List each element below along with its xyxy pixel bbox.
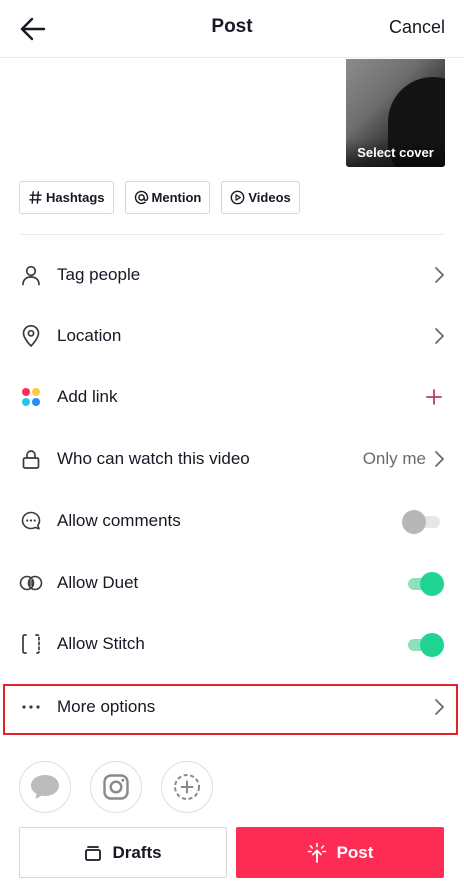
videos-label: Videos <box>248 190 291 205</box>
privacy-value: Only me <box>362 449 426 468</box>
share-message-button[interactable] <box>19 761 71 813</box>
arrow-left-icon <box>20 17 46 41</box>
chevron-right-icon <box>435 451 444 467</box>
play-circle-icon <box>230 190 245 205</box>
allow-duet-row: Allow Duet <box>0 552 464 614</box>
top-bar: Post Cancel <box>0 0 464 58</box>
allow-comments-label: Allow comments <box>57 511 181 530</box>
allow-comments-toggle[interactable] <box>402 510 444 534</box>
allow-stitch-label: Allow Stitch <box>57 634 145 653</box>
hashtag-icon <box>29 191 42 204</box>
lock-icon <box>19 447 43 471</box>
tag-people-label: Tag people <box>57 265 141 284</box>
add-link-label: Add link <box>57 387 118 406</box>
stitch-icon <box>19 632 43 656</box>
mention-chip[interactable]: Mention <box>124 181 211 214</box>
mention-label: Mention <box>151 190 202 205</box>
caption-chips: Hashtags Mention Videos <box>19 181 300 214</box>
add-circle-icon <box>174 774 200 800</box>
cancel-button[interactable]: Cancel <box>389 17 445 38</box>
share-more-button[interactable] <box>161 761 213 813</box>
select-cover-label: Select cover <box>346 139 445 167</box>
location-row[interactable]: Location <box>0 305 464 367</box>
plus-icon[interactable] <box>426 389 442 405</box>
drafts-label: Drafts <box>112 842 162 862</box>
upload-sparkle-icon <box>307 842 326 863</box>
who-can-watch-label: Who can watch this video <box>57 449 250 468</box>
highlight-box <box>3 684 458 735</box>
share-targets <box>19 761 213 813</box>
cover-thumbnail[interactable]: Select cover <box>346 59 445 167</box>
post-label: Post <box>336 842 374 862</box>
back-button[interactable] <box>18 14 48 44</box>
drafts-button[interactable]: Drafts <box>19 827 227 878</box>
videos-chip[interactable]: Videos <box>221 181 300 214</box>
allow-duet-toggle[interactable] <box>402 572 444 596</box>
app-grid-icon <box>19 385 43 409</box>
chat-bubble-icon <box>31 775 59 799</box>
duet-icon <box>19 571 43 595</box>
comment-bubble-icon <box>19 509 43 533</box>
allow-stitch-row: Allow Stitch <box>0 613 464 675</box>
allow-comments-row: Allow comments <box>0 490 464 552</box>
hashtags-label: Hashtags <box>46 190 105 205</box>
post-button[interactable]: Post <box>236 827 444 878</box>
share-instagram-button[interactable] <box>90 761 142 813</box>
drafts-icon <box>85 845 102 861</box>
location-pin-icon <box>19 324 43 348</box>
tag-people-row[interactable]: Tag people <box>0 244 464 306</box>
allow-duet-label: Allow Duet <box>57 573 139 592</box>
hashtags-chip[interactable]: Hashtags <box>19 181 114 214</box>
add-link-row[interactable]: Add link <box>0 366 464 428</box>
person-icon <box>19 263 43 287</box>
chevron-right-icon <box>435 328 444 344</box>
who-can-watch-row[interactable]: Who can watch this video Only me <box>0 428 464 490</box>
location-label: Location <box>57 326 122 345</box>
chevron-right-icon <box>435 267 444 283</box>
allow-stitch-toggle[interactable] <box>402 633 444 657</box>
section-divider <box>19 234 445 235</box>
at-icon <box>134 190 148 205</box>
bottom-actions: Drafts Post <box>19 827 444 878</box>
instagram-icon <box>103 774 129 800</box>
